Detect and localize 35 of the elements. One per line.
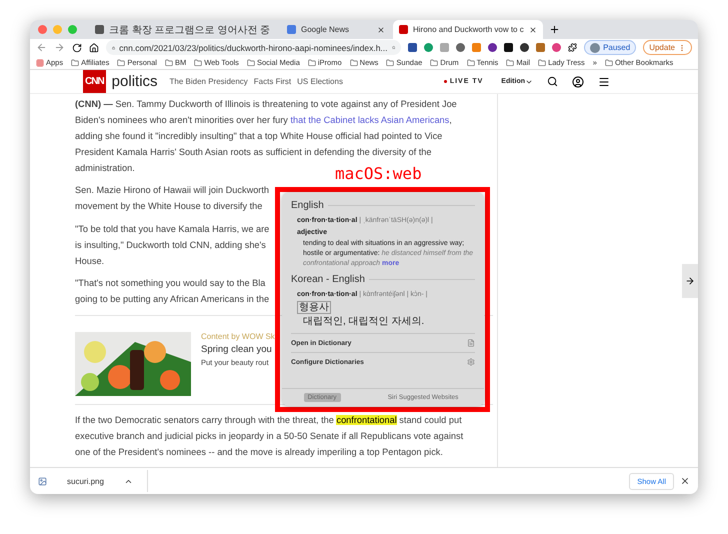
article-text: President Kamala Harris' South Asian roots as sufficient in defending the diversity of the [75,146,432,159]
article-text: movement by the White House to diversify the [75,200,262,214]
download-item[interactable]: sucuri.png [38,470,148,492]
article-text: If the two Democratic senators carry through with the threat, the confrontational stand could put [75,414,462,428]
article-text: going to be putting any African Americans in the [75,293,270,306]
browser-tab[interactable]: Hirono and Duckworth vow to c [393,20,543,40]
article-text: (CNN) — Sen. Tammy Duckworth of Illinois is threatening to vote against any of President Joe [75,98,457,112]
article-text: is insulting," Duckworth told CNN, adding she's [75,238,266,252]
part-of-speech: 형용사 [297,301,331,314]
ad-headline[interactable]: Spring clean you [201,344,272,356]
definition: 대립적인, 대립적인 자세의. [302,315,424,328]
profile-button[interactable]: Paused [584,40,636,56]
article-text: House. [75,254,104,268]
nav-link[interactable]: The Biden Presidency [170,77,248,86]
sponsor-label: Content by WOW Sk [201,332,275,342]
annotation-label: macOS:web [335,164,422,184]
article-text: "To be told that you have Kamala Harris, we are [75,223,270,236]
article-text: executive branch and judicial picks in jeopardy in a 50-50 Senate if all Republicans vote against [75,430,464,443]
section-title: politics [112,73,158,90]
article-link[interactable]: that the Cabinet lacks Asian Americans [290,115,450,126]
nav-link[interactable]: US Elections [297,77,343,86]
section-heading: English [291,200,324,212]
article-text: one of the President's nominees -- and the move is already imperiling a top Pentagon pick. [75,446,443,459]
browser-tab[interactable]: Google News [281,20,391,40]
section-heading: Korean - English [291,274,365,286]
site-logo[interactable]: CNN [83,70,106,94]
article-text: Biden's nominees who aren't minorities over her fury that the Cabinet lacks Asian Americans, [75,114,452,128]
article-text: administration. [75,162,135,175]
article-text: adding she found it "incredibly insulting" that a top White House official had pointed to Vice [75,130,442,144]
article-text: "That's not something you would say to the Bla [75,277,266,290]
article-text: Sen. Mazie Hirono of Hawaii will join Duckworth [75,184,270,198]
address-bar[interactable]: cnn.com/2021/03/23/politics/duckworth-hirono-aapi-nominees/index.h... [106,40,402,56]
browser-tab[interactable]: 크롬 확장 프로그램으로 영어사전 중 [89,20,279,40]
update-button[interactable]: Update [643,40,692,56]
nav-link[interactable]: Facts First [254,77,292,86]
